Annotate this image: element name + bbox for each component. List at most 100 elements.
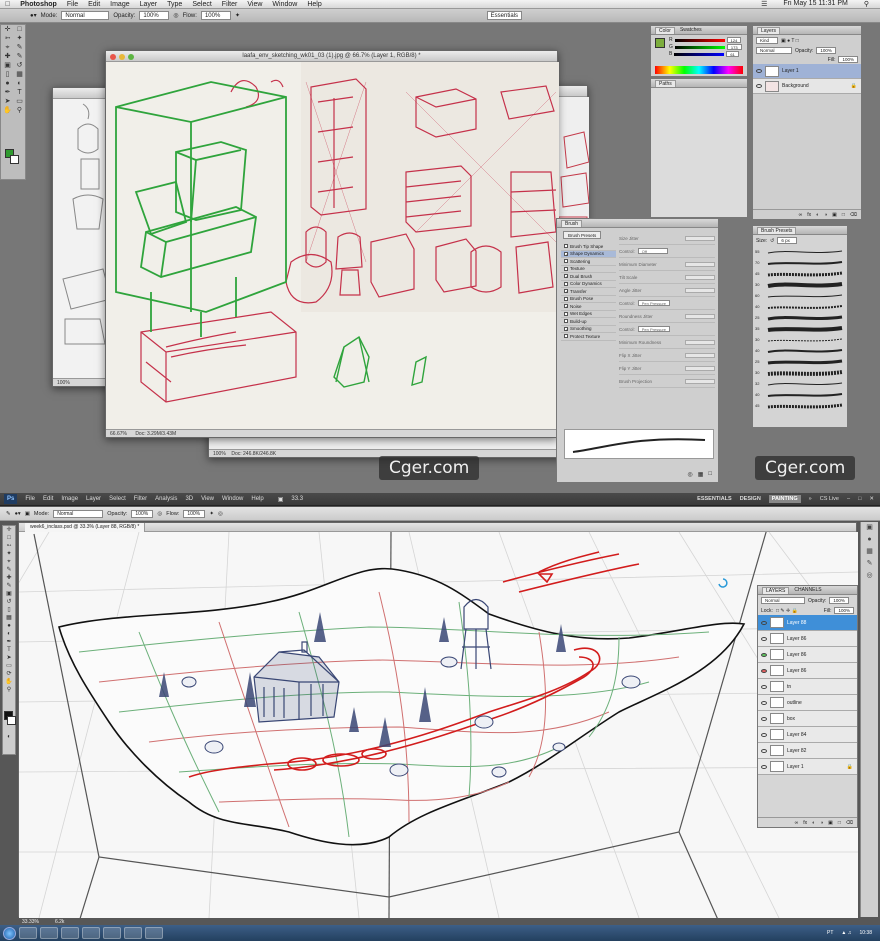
layer-kind-filter[interactable]: Kind <box>756 37 778 44</box>
sketch-canvas[interactable] <box>106 62 559 431</box>
heal-tool-icon[interactable]: ✚ <box>4 575 14 582</box>
brush-setting-row[interactable]: Angle Jitter <box>619 284 715 297</box>
brush-setting-row[interactable]: Control: Pen Pressure <box>619 323 715 336</box>
layer-row[interactable]: Layer 84 <box>758 727 857 743</box>
minimize-window-icon[interactable] <box>119 54 125 60</box>
restore-icon[interactable]: □ <box>858 496 861 502</box>
checkbox-icon[interactable] <box>564 266 568 271</box>
new-layer-icon[interactable]: □ <box>842 212 845 218</box>
airbrush-icon[interactable]: ✦ <box>209 511 214 517</box>
lasso-tool-icon[interactable]: ➳ <box>3 35 12 43</box>
checkbox-icon[interactable] <box>564 311 568 316</box>
blur-tool-icon[interactable]: ● <box>4 623 14 630</box>
terrain-canvas[interactable] <box>19 532 858 918</box>
cs-live-button[interactable]: CS Live <box>820 496 839 502</box>
brush-option-item[interactable]: Color Dynamics <box>561 281 616 288</box>
menu-select[interactable]: Select <box>105 496 130 502</box>
taskbar-app2-icon[interactable] <box>145 927 163 939</box>
menu-filter[interactable]: Filter <box>217 1 243 8</box>
crop-tool-icon[interactable]: ⌖ <box>3 44 12 52</box>
layers-fill-field[interactable]: 100% <box>834 607 854 614</box>
shape-tool-icon[interactable]: ▭ <box>4 663 14 670</box>
taskbar-photoshop-icon[interactable] <box>103 927 121 939</box>
move-tool-icon[interactable]: ✛ <box>3 26 12 34</box>
b-slider[interactable] <box>674 52 725 56</box>
brush-preset-item[interactable]: 25 <box>755 356 845 367</box>
gradient-tool-icon[interactable]: ▦ <box>15 71 24 79</box>
setting-value-field[interactable] <box>685 352 715 358</box>
lock-icons[interactable]: □ ✎ ✛ 🔒 <box>776 608 798 614</box>
layer-row[interactable]: Layer 86 <box>758 631 857 647</box>
brush-preset-item[interactable]: 25 <box>755 312 845 323</box>
fx-icon[interactable]: fx <box>807 212 811 218</box>
close-icon[interactable]: ✕ <box>869 496 874 502</box>
visibility-eye-icon[interactable] <box>761 636 767 641</box>
wifi-icon[interactable]: ☰ <box>756 0 772 8</box>
adjustment-icon[interactable]: ◑ <box>820 820 823 826</box>
visibility-eye-icon[interactable] <box>761 732 767 737</box>
brush-preset-item[interactable]: 32 <box>755 378 845 389</box>
document-tab[interactable]: week6_inclass.psd @ 33.3% (Layer 88, RGB… <box>25 523 146 532</box>
menu-type[interactable]: Type <box>162 1 187 8</box>
workspace-essentials[interactable]: ESSENTIALS <box>697 496 732 502</box>
control-select[interactable]: Pen Pressure <box>637 300 670 306</box>
brush-setting-row[interactable]: Flip X Jitter <box>619 349 715 362</box>
brush-preset-item[interactable]: 40 <box>755 345 845 356</box>
filter-icons[interactable]: ▣ ● T □ <box>781 38 799 44</box>
path-select-icon[interactable]: ➤ <box>4 655 14 662</box>
layer-row[interactable]: Layer 86 <box>758 663 857 679</box>
color-panel-icon[interactable]: ● <box>861 534 878 546</box>
brush-setting-row[interactable]: Size Jitter <box>619 232 715 245</box>
link-layers-icon[interactable]: ∞ <box>799 212 803 218</box>
workspace-more-icon[interactable]: » <box>809 496 812 502</box>
grid-icon[interactable]: ▦ <box>698 471 704 478</box>
taskbar-app-icon[interactable] <box>124 927 142 939</box>
menu-layer[interactable]: Layer <box>135 1 163 8</box>
new-preset-icon[interactable]: □ <box>708 471 712 478</box>
move-tool-icon[interactable]: ✛ <box>4 527 14 534</box>
app-menu[interactable]: Photoshop <box>15 1 62 8</box>
bridge-icon[interactable]: ▣ <box>274 496 288 503</box>
zoom-window-icon[interactable] <box>128 54 134 60</box>
layer-row[interactable]: box <box>758 711 857 727</box>
brush-option-item[interactable]: Brush Tip Shape <box>561 243 616 251</box>
pressure-size-icon[interactable]: ◎ <box>218 511 223 517</box>
brush-option-item[interactable]: ✓ Noise <box>561 303 616 311</box>
brush-option-item[interactable]: Brush Pose <box>561 296 616 303</box>
visibility-eye-icon[interactable] <box>761 764 767 769</box>
brush-setting-row[interactable]: Minimum Diameter <box>619 258 715 271</box>
pen-tool-icon[interactable]: ✒ <box>3 89 12 97</box>
pressure-opacity-icon[interactable]: ◎ <box>157 511 162 517</box>
lasso-tool-icon[interactable]: ➳ <box>4 543 14 550</box>
visibility-eye-icon[interactable] <box>761 700 767 705</box>
toggle-preview-icon[interactable]: ◎ <box>687 471 692 478</box>
checkbox-icon[interactable] <box>564 259 568 264</box>
brush-preset-item[interactable]: 45 <box>755 400 845 411</box>
size-field[interactable]: 6 px <box>777 237 798 244</box>
trash-icon[interactable]: ⌫ <box>850 212 857 218</box>
brush-tool-icon[interactable]: ✎ <box>4 583 14 590</box>
setting-value-field[interactable] <box>685 339 715 345</box>
airbrush-icon[interactable]: ✦ <box>235 12 240 19</box>
visibility-eye-icon[interactable] <box>761 620 767 625</box>
checked-checkbox-icon[interactable]: ✓ <box>564 326 568 331</box>
opacity-field[interactable]: 100% <box>139 11 170 20</box>
brush-setting-row[interactable]: Control: Off <box>619 245 715 258</box>
eyedropper-tool-icon[interactable]: ✎ <box>15 44 24 52</box>
main-window-titlebar[interactable]: laafa_env_sketching_wk01_03 (1).jpg @ 66… <box>106 51 557 62</box>
brush-setting-row[interactable]: Minimum Roundness <box>619 336 715 349</box>
brush-setting-row[interactable]: Flip Y Jitter <box>619 362 715 375</box>
color-preview-swatch[interactable] <box>655 38 665 48</box>
layer-row[interactable]: tn <box>758 679 857 695</box>
tab-brush-presets[interactable]: Brush Presets <box>757 226 797 234</box>
flow-field[interactable]: 100% <box>200 11 231 20</box>
control-select[interactable]: Pen Pressure <box>637 326 670 332</box>
brush-preset-icon[interactable]: ●▾ <box>30 12 37 19</box>
r-value[interactable]: 124 <box>726 37 742 43</box>
fx-icon[interactable]: fx <box>803 820 807 826</box>
brush-option-item[interactable]: Texture <box>561 266 616 273</box>
brush-option-item[interactable]: ✓ Smoothing <box>561 326 616 333</box>
brush-setting-row[interactable]: Tilt Scale <box>619 271 715 284</box>
tab-channels[interactable]: CHANNELS <box>794 587 821 593</box>
b-value[interactable]: 61 <box>726 51 739 57</box>
